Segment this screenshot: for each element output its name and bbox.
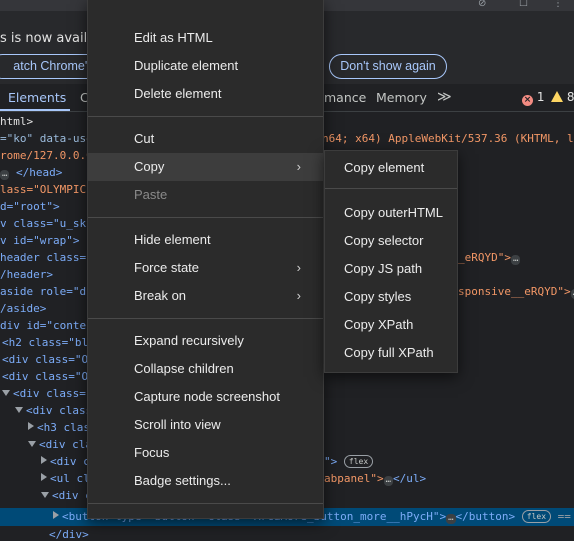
- error-counter[interactable]: × 1: [522, 84, 544, 111]
- submenu-item-copy-full-xpath[interactable]: Copy full XPath: [325, 339, 457, 367]
- menu-item-break-on[interactable]: Break on ›: [88, 282, 323, 310]
- tab-memory[interactable]: Memory: [376, 84, 427, 111]
- menu-item-label: Force state: [134, 260, 200, 275]
- context-menu: Edit as HTML Duplicate element Delete el…: [87, 0, 324, 519]
- tab-performance[interactable]: mance: [324, 84, 366, 111]
- ellipsis-badge[interactable]: …: [446, 514, 456, 524]
- menu-item-collapse-children[interactable]: Collapse children: [88, 355, 323, 383]
- warning-icon: [551, 91, 563, 102]
- user-agent-fragment: n64; x64) AppleWebKit/537.36 (KHTML, lik…: [322, 132, 574, 145]
- dom-line[interactable]: html>: [0, 113, 33, 130]
- collapse-triangle-icon[interactable]: [28, 422, 34, 430]
- submenu-item-copy-element[interactable]: Copy element: [325, 154, 457, 182]
- menu-item-label: Copy: [134, 159, 165, 174]
- dom-line[interactable]: aside role="dia: [0, 283, 99, 300]
- menu-item-scroll-into-view[interactable]: Scroll into view: [88, 411, 323, 439]
- dom-line[interactable]: <div class="Ol: [2, 351, 95, 368]
- copy-submenu: Copy element Copy outerHTML Copy selecto…: [324, 150, 458, 373]
- dom-line[interactable]: <div c: [41, 487, 92, 504]
- active-tab-indicator: [0, 109, 70, 111]
- menu-separator: [88, 116, 323, 117]
- dom-line[interactable]: <div c: [41, 453, 90, 470]
- expand-triangle-icon[interactable]: [28, 441, 36, 447]
- menu-item-force-state[interactable]: Force state ›: [88, 254, 323, 282]
- kebab-menu-icon[interactable]: ⋮: [553, 0, 563, 9]
- dom-line[interactable]: d="root">: [0, 198, 60, 215]
- class-fragment: sponsive__eRQYD">…: [458, 283, 574, 300]
- dom-line[interactable]: v id="wrap">: [0, 232, 79, 249]
- menu-item-focus[interactable]: Focus: [88, 439, 323, 467]
- ellipsis-badge[interactable]: …: [510, 255, 521, 265]
- expand-triangle-icon[interactable]: [41, 492, 49, 498]
- expand-triangle-icon[interactable]: [15, 407, 23, 413]
- menu-item-cut[interactable]: Cut: [88, 125, 323, 153]
- circle-icon[interactable]: ⊘: [478, 0, 486, 9]
- warning-counter[interactable]: 8: [551, 84, 574, 111]
- menu-item-delete-element[interactable]: Delete element: [88, 80, 323, 108]
- dom-line[interactable]: /aside>: [0, 300, 46, 317]
- menu-separator: [88, 318, 323, 319]
- menu-item-badge-settings[interactable]: Badge settings...: [88, 467, 323, 495]
- tabpanel-fragment: abpanel">… </ul>: [324, 472, 427, 486]
- menu-item-paste: Paste: [134, 187, 168, 202]
- dom-line[interactable]: div id="content: [0, 317, 99, 334]
- dom-line[interactable]: <div class: [15, 402, 92, 419]
- submenu-item-copy-styles[interactable]: Copy styles: [325, 283, 457, 311]
- class-fragment: _eRQYD">…: [458, 251, 521, 265]
- submenu-item-copy-outerhtml[interactable]: Copy outerHTML: [325, 199, 457, 227]
- dom-line[interactable]: /header>: [0, 266, 53, 283]
- dom-line[interactable]: v class="u_skip: [0, 215, 99, 232]
- menu-item-capture-node-screenshot[interactable]: Capture node screenshot: [88, 383, 323, 411]
- tab-elements[interactable]: Elements: [8, 84, 66, 111]
- collapse-triangle-icon[interactable]: [41, 473, 47, 481]
- submenu-item-copy-js-path[interactable]: Copy JS path: [325, 255, 457, 283]
- dom-line[interactable]: <h3 clas: [28, 419, 90, 436]
- dom-line[interactable]: <div class=": [2, 385, 92, 402]
- dom-line[interactable]: header class="S: [0, 249, 99, 266]
- collapse-triangle-icon[interactable]: [53, 511, 59, 519]
- error-count: 1: [536, 90, 545, 104]
- chevron-right-icon: ›: [296, 288, 301, 303]
- dom-line[interactable]: lass="OLYMPIC P: [0, 181, 99, 198]
- console-ref-marker: == $0: [557, 510, 574, 523]
- dom-line[interactable]: <div cla: [28, 436, 92, 453]
- menu-separator: [325, 188, 457, 189]
- menu-item-copy[interactable]: Copy ›: [88, 153, 323, 181]
- menu-separator: [88, 217, 323, 218]
- chevron-right-icon: ›: [296, 159, 301, 174]
- dom-line[interactable]: ="ko" data-use: [0, 130, 93, 147]
- expand-triangle-icon[interactable]: [2, 390, 10, 396]
- warning-count: 8: [566, 90, 574, 104]
- dom-line[interactable]: rome/127.0.0.0: [0, 147, 93, 164]
- flex-badge[interactable]: flex: [521, 510, 552, 523]
- menu-separator: [88, 503, 323, 504]
- dom-line[interactable]: <ul cl: [41, 470, 90, 487]
- dont-show-again-button[interactable]: Don't show again: [329, 54, 447, 79]
- more-tabs-icon[interactable]: ≫: [437, 84, 452, 111]
- flex-badge[interactable]: flex: [343, 455, 374, 468]
- error-icon: ×: [522, 95, 533, 106]
- dom-line[interactable]: <h2 class="bli: [2, 334, 95, 351]
- menu-item-duplicate-element[interactable]: Duplicate element: [88, 52, 323, 80]
- ellipsis-badge[interactable]: …: [570, 289, 574, 299]
- menu-item-expand-recursively[interactable]: Expand recursively: [88, 327, 323, 355]
- ellipsis-badge[interactable]: …: [0, 170, 10, 180]
- menu-item-hide-element[interactable]: Hide element: [88, 226, 323, 254]
- collapse-triangle-icon[interactable]: [41, 456, 47, 464]
- menu-item-label: Break on: [134, 288, 187, 303]
- dom-line[interactable]: … </head>: [0, 164, 62, 181]
- dom-line[interactable]: <div class="Ol: [2, 368, 95, 385]
- chevron-right-icon: ›: [296, 260, 301, 275]
- menu-item-edit-as-html[interactable]: Edit as HTML: [88, 24, 323, 52]
- submenu-item-copy-xpath[interactable]: Copy XPath: [325, 311, 457, 339]
- dom-line[interactable]: </div>: [49, 526, 89, 541]
- ellipsis-badge[interactable]: …: [383, 476, 394, 486]
- flex-fragment: "> flex: [324, 453, 374, 470]
- submenu-item-copy-selector[interactable]: Copy selector: [325, 227, 457, 255]
- window-icon[interactable]: ☐: [519, 0, 528, 9]
